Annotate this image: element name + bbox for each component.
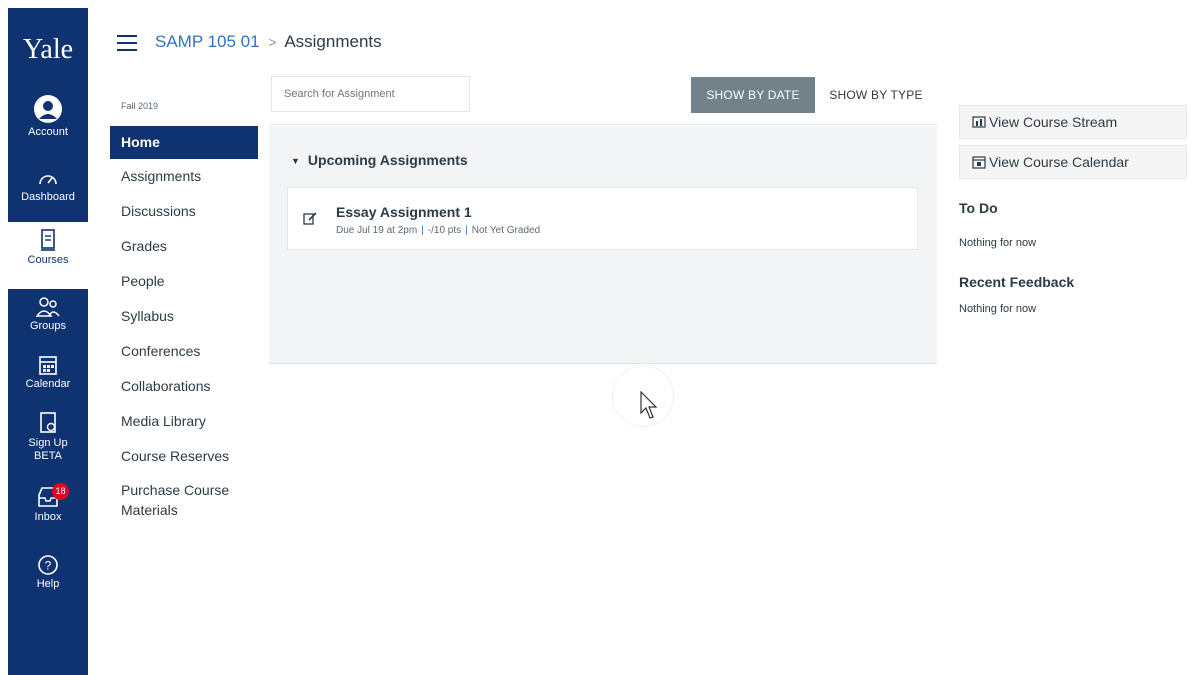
show-by-date-button[interactable]: SHOW BY DATE (691, 77, 815, 113)
view-course-stream-label: View Course Stream (989, 114, 1118, 130)
todo-heading: To Do (959, 200, 998, 216)
nav-courses[interactable]: Courses (8, 222, 88, 289)
breadcrumb-course-link[interactable]: SAMP 105 01 (155, 32, 260, 51)
course-term: Fall 2019 (121, 101, 159, 111)
nav-groups-label: Groups (29, 320, 67, 332)
assignment-meta: Due Jul 19 at 2pm | -/10 pts | Not Yet Grade… (336, 225, 541, 236)
nav-calendar[interactable]: Calendar (8, 354, 88, 391)
course-nav-purchase-materials[interactable]: Purchase Course Materials (110, 474, 252, 520)
assignment-group-title: Upcoming Assignments (307, 152, 468, 168)
nav-account[interactable]: Account (8, 94, 88, 139)
yale-logo[interactable]: Yale (8, 34, 88, 66)
recent-feedback-empty-text: Nothing for now (959, 303, 1037, 315)
course-nav-conferences[interactable]: Conferences (110, 334, 258, 369)
assignment-title-link[interactable]: Essay Assignment 1 (336, 204, 472, 220)
assignment-icon (303, 212, 317, 225)
courses-icon (41, 229, 55, 251)
assignment-due-date: Due Jul 19 at 2pm (336, 225, 418, 236)
nav-signup[interactable]: Sign Up BETA (8, 411, 88, 463)
course-nav-syllabus[interactable]: Syllabus (110, 299, 258, 334)
assignment-group-header[interactable]: ▼ Upcoming Assignments (291, 152, 468, 168)
course-nav-grades[interactable]: Grades (110, 229, 258, 264)
search-assignment-input[interactable] (271, 76, 470, 112)
svg-text:?: ? (45, 559, 52, 573)
nav-inbox[interactable]: 18 Inbox (8, 483, 88, 524)
breadcrumb-separator: > (268, 34, 277, 50)
nav-groups[interactable]: Groups (8, 296, 88, 333)
course-nav-discussions[interactable]: Discussions (110, 194, 258, 229)
inbox-badge: 18 (52, 483, 69, 500)
global-nav: Yale Account Dashboard Courses Groups Ca… (8, 8, 88, 675)
nav-inbox-label: Inbox (34, 511, 62, 523)
course-nav-assignments[interactable]: Assignments (110, 159, 258, 194)
view-course-calendar-button[interactable]: View Course Calendar (959, 145, 1187, 179)
course-nav-media-library[interactable]: Media Library (110, 404, 258, 439)
groups-icon (36, 297, 60, 317)
assignment-row[interactable]: Essay Assignment 1 Due Jul 19 at 2pm | -/1… (287, 187, 918, 250)
mouse-cursor-icon (640, 391, 658, 419)
nav-dashboard[interactable]: Dashboard (8, 169, 88, 204)
dashboard-icon (39, 175, 57, 185)
collapse-caret-icon: ▼ (291, 156, 300, 166)
show-by-type-button[interactable]: SHOW BY TYPE (821, 77, 931, 113)
recent-feedback-heading: Recent Feedback (959, 274, 1075, 290)
assignments-panel: ▼ Upcoming Assignments Essay Assignment 1… (269, 126, 937, 364)
course-nav-people[interactable]: People (110, 264, 258, 299)
assignment-status: Not Yet Graded (471, 225, 541, 236)
nav-dashboard-label: Dashboard (21, 191, 75, 203)
calendar-icon (39, 356, 57, 375)
course-nav-home[interactable]: Home (110, 126, 258, 159)
nav-signup-label: Sign Up (28, 437, 68, 449)
nav-help[interactable]: ? Help (8, 554, 88, 591)
view-course-stream-button[interactable]: View Course Stream (959, 105, 1187, 139)
stream-icon (972, 116, 986, 128)
nav-account-label: Account (28, 126, 68, 138)
course-nav: Home Assignments Discussions Grades Peop… (110, 126, 258, 520)
toolbar-divider (269, 124, 937, 125)
help-icon: ? (38, 555, 58, 575)
account-icon (34, 95, 62, 123)
nav-calendar-label: Calendar (25, 378, 71, 390)
calendar-small-icon (972, 156, 986, 169)
signup-icon (40, 412, 56, 433)
nav-signup-beta: BETA (34, 450, 62, 462)
nav-help-label: Help (36, 578, 60, 590)
breadcrumb: SAMP 105 01 > Assignments (155, 32, 382, 52)
hamburger-menu-button[interactable] (117, 34, 137, 52)
course-nav-course-reserves[interactable]: Course Reserves (110, 439, 258, 474)
view-course-calendar-label: View Course Calendar (989, 154, 1129, 170)
course-nav-collaborations[interactable]: Collaborations (110, 369, 258, 404)
todo-empty-text: Nothing for now (959, 237, 1037, 249)
assignment-points: -/10 pts (427, 225, 462, 236)
breadcrumb-current: Assignments (284, 32, 382, 51)
nav-courses-label: Courses (27, 254, 69, 266)
